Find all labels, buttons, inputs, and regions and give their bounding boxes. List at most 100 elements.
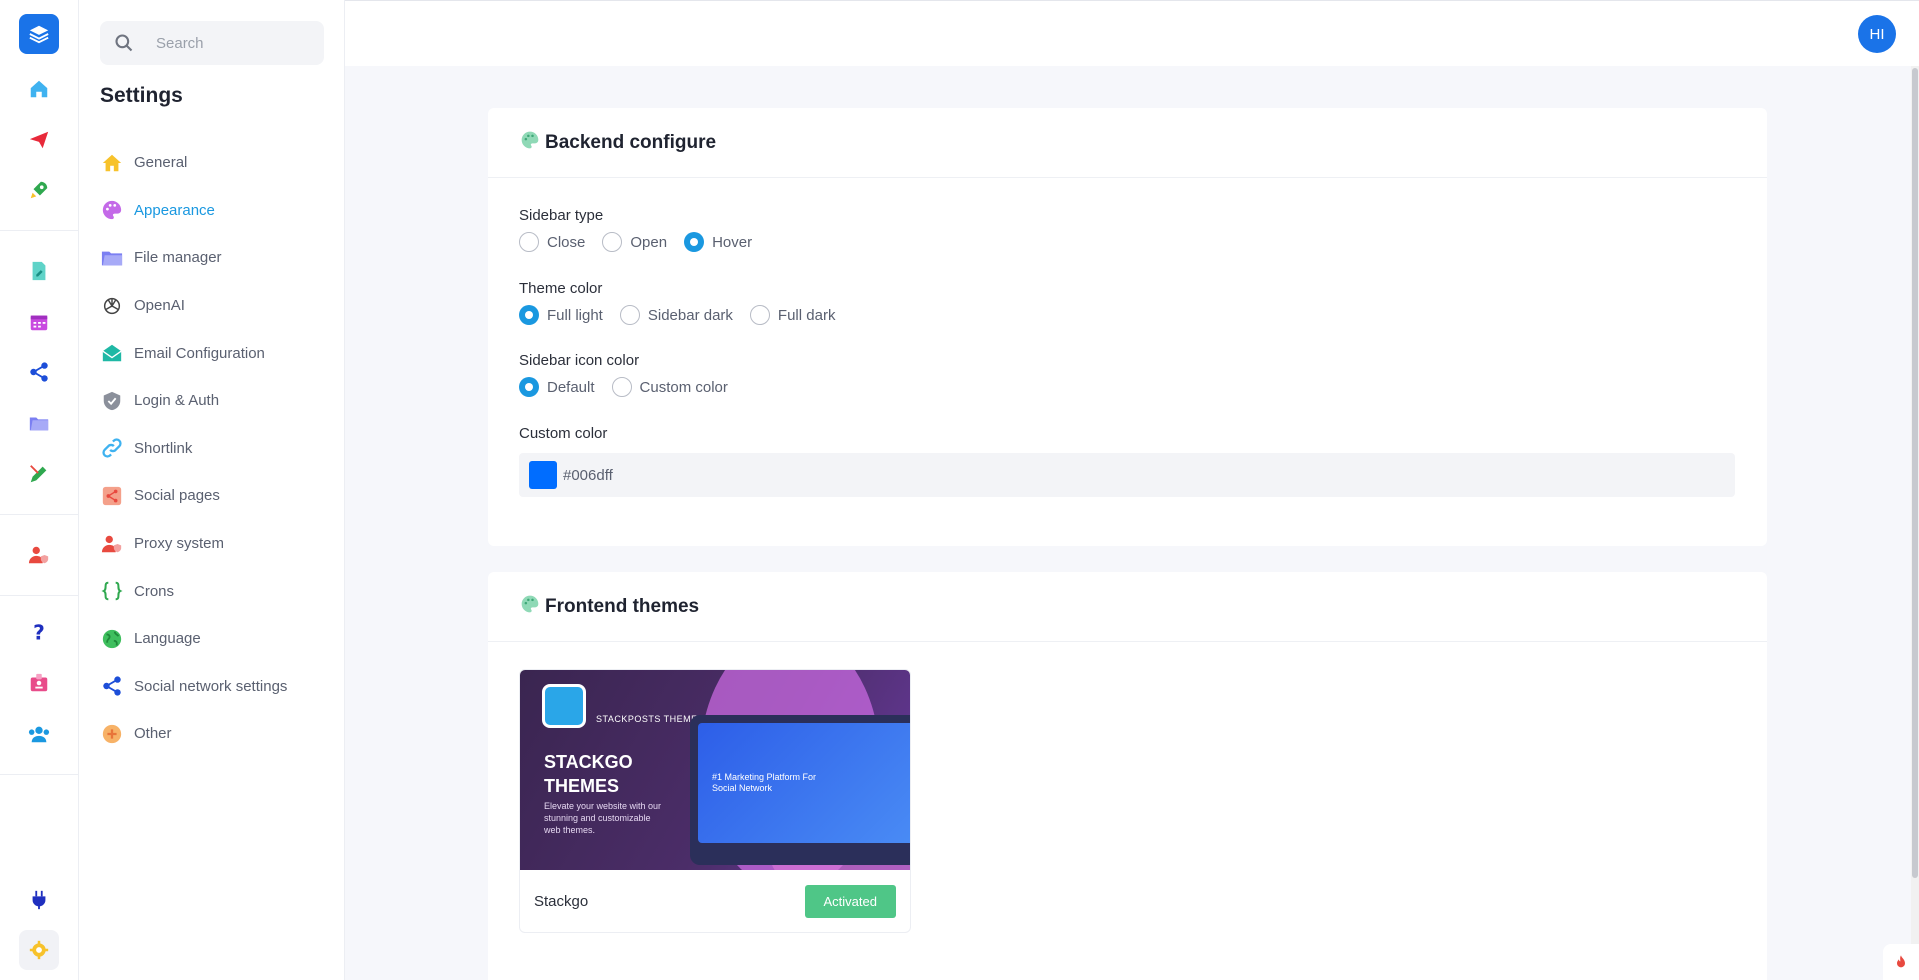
home-icon[interactable] (19, 69, 59, 109)
color-swatch[interactable] (529, 461, 557, 489)
sidebar-item-email-configuration[interactable]: Email Configuration (100, 329, 330, 377)
field-label: Sidebar icon color (519, 352, 640, 369)
radio-ring[interactable] (749, 305, 770, 325)
field-label: Sidebar type (519, 207, 604, 224)
theme-name: Stackgo (534, 892, 589, 910)
thumb-heading-line2: THEMES (544, 776, 620, 796)
field-label: Custom color (519, 425, 608, 442)
plus-circle-icon (100, 722, 124, 746)
sidebar-item-social-network-settings[interactable]: Social network settings (100, 663, 330, 711)
radio-sidebar-hover[interactable]: Hover (684, 232, 752, 252)
svg-text:?: ? (33, 621, 45, 643)
radio-label: Full light (547, 306, 603, 324)
card-header: Frontend themes (488, 572, 1767, 642)
sidebar-item-label: Other (134, 725, 172, 743)
sidebar-item-label: Appearance (134, 201, 215, 219)
palette-icon (100, 198, 124, 222)
rail-divider (0, 595, 79, 596)
sidebar-item-appearance[interactable]: Appearance (100, 187, 330, 235)
icon-rail: ? (0, 0, 79, 980)
rocket-icon[interactable] (19, 170, 59, 210)
send-icon[interactable] (19, 120, 59, 160)
rail-divider (0, 774, 79, 775)
share-nodes-icon[interactable] (19, 352, 59, 392)
radio-ring[interactable] (611, 377, 632, 397)
sidebar-item-social-pages[interactable]: Social pages (100, 472, 330, 520)
radio-ring[interactable] (519, 305, 539, 325)
palette-icon (520, 594, 540, 620)
sidebar-item-label: File manager (134, 249, 222, 267)
help-icon[interactable]: ? (19, 612, 59, 652)
thumb-screen-text: #1 Marketing Platform For Social Network (712, 772, 817, 793)
calendar-icon[interactable] (19, 302, 59, 342)
radio-full-dark[interactable]: Full dark (749, 305, 835, 325)
activated-button[interactable]: Activated (804, 884, 896, 918)
search-box[interactable] (100, 21, 324, 65)
folder-icon[interactable] (19, 403, 59, 443)
search-input[interactable] (156, 34, 306, 52)
sidebar-item-login-auth[interactable]: Login & Auth (100, 377, 330, 425)
shield-check-icon (100, 389, 124, 413)
sidebar-item-crons[interactable]: Crons (100, 567, 330, 615)
radio-ring[interactable] (519, 377, 539, 397)
radio-full-light[interactable]: Full light (519, 305, 603, 325)
gear-icon[interactable] (19, 930, 59, 970)
sidebar-item-shortlink[interactable]: Shortlink (100, 425, 330, 473)
radio-sidebar-dark[interactable]: Sidebar dark (619, 305, 733, 325)
avatar[interactable]: HI (1858, 15, 1896, 53)
radio-group: Full light Sidebar dark Full dark (519, 305, 852, 325)
top-bar: HI (345, 0, 1919, 66)
pencil-icon[interactable] (19, 454, 59, 494)
radio-label: Close (547, 233, 586, 251)
theme-color-field: Theme color Full light Sidebar dark Full… (519, 280, 852, 325)
thumb-description: Elevate your website with our stunning a… (544, 801, 662, 835)
card-title: Frontend themes (545, 595, 700, 617)
users-icon[interactable] (19, 714, 59, 754)
color-value: #006dff (563, 466, 613, 484)
user-shield-icon[interactable] (19, 535, 59, 575)
sidebar-item-file-manager[interactable]: File manager (100, 234, 330, 282)
theme-card-stackgo[interactable]: STACKPOSTS THEMES STACKGO THEMES Elevate… (519, 669, 911, 933)
document-edit-icon[interactable] (19, 251, 59, 291)
layers-icon[interactable] (19, 14, 59, 54)
globe-icon (100, 627, 124, 651)
thumb-heading-line1: STACKGO (544, 752, 633, 772)
share-square-icon (100, 484, 124, 508)
sidebar-item-language[interactable]: Language (100, 615, 330, 663)
card-title: Backend configure (545, 131, 717, 153)
backend-configure-card: Backend configure Sidebar type Close Ope… (488, 108, 1767, 546)
sidebar-item-openai[interactable]: OpenAI (100, 282, 330, 330)
plug-icon[interactable] (19, 880, 59, 920)
settings-sidebar: Settings General Appearance File manager… (79, 0, 345, 980)
card-header: Backend configure (488, 108, 1767, 178)
sidebar-item-proxy-system[interactable]: Proxy system (100, 520, 330, 568)
radio-ring[interactable] (619, 305, 640, 325)
fire-icon[interactable] (1883, 944, 1919, 980)
radio-ring[interactable] (519, 232, 539, 252)
radio-sidebar-open[interactable]: Open (602, 232, 667, 252)
radio-sidebar-close[interactable]: Close (519, 232, 585, 252)
thumb-heading: STACKGO THEMES (544, 750, 633, 798)
sidebar-item-label: Social network settings (134, 677, 288, 695)
sidebar-item-label: Language (134, 630, 201, 648)
radio-default[interactable]: Default (519, 377, 595, 397)
theme-thumbnail[interactable]: STACKPOSTS THEMES STACKGO THEMES Elevate… (520, 670, 910, 870)
radio-custom-color[interactable]: Custom color (611, 377, 728, 397)
sidebar-item-other[interactable]: Other (100, 710, 330, 758)
thumb-brand: STACKPOSTS THEMES (596, 714, 705, 724)
radio-label: Default (547, 378, 595, 396)
sidebar-item-label: Email Configuration (134, 344, 265, 362)
palette-icon (520, 130, 540, 156)
custom-color-input[interactable]: #006dff (519, 453, 1735, 497)
scrollbar-thumb[interactable] (1912, 68, 1918, 878)
radio-ring[interactable] (684, 232, 705, 252)
radio-group: Default Custom color (519, 377, 745, 397)
badge-icon[interactable] (19, 663, 59, 703)
sidebar-item-general[interactable]: General (100, 139, 330, 187)
search-icon (115, 34, 133, 52)
link-icon (100, 436, 124, 460)
radio-ring[interactable] (602, 232, 623, 252)
sidebar-item-label: Crons (134, 582, 175, 600)
sidebar-icon-color-field: Sidebar icon color Default Custom color (519, 352, 745, 397)
frontend-themes-card: Frontend themes STACKPOSTS THEMES STACKG… (488, 572, 1767, 980)
